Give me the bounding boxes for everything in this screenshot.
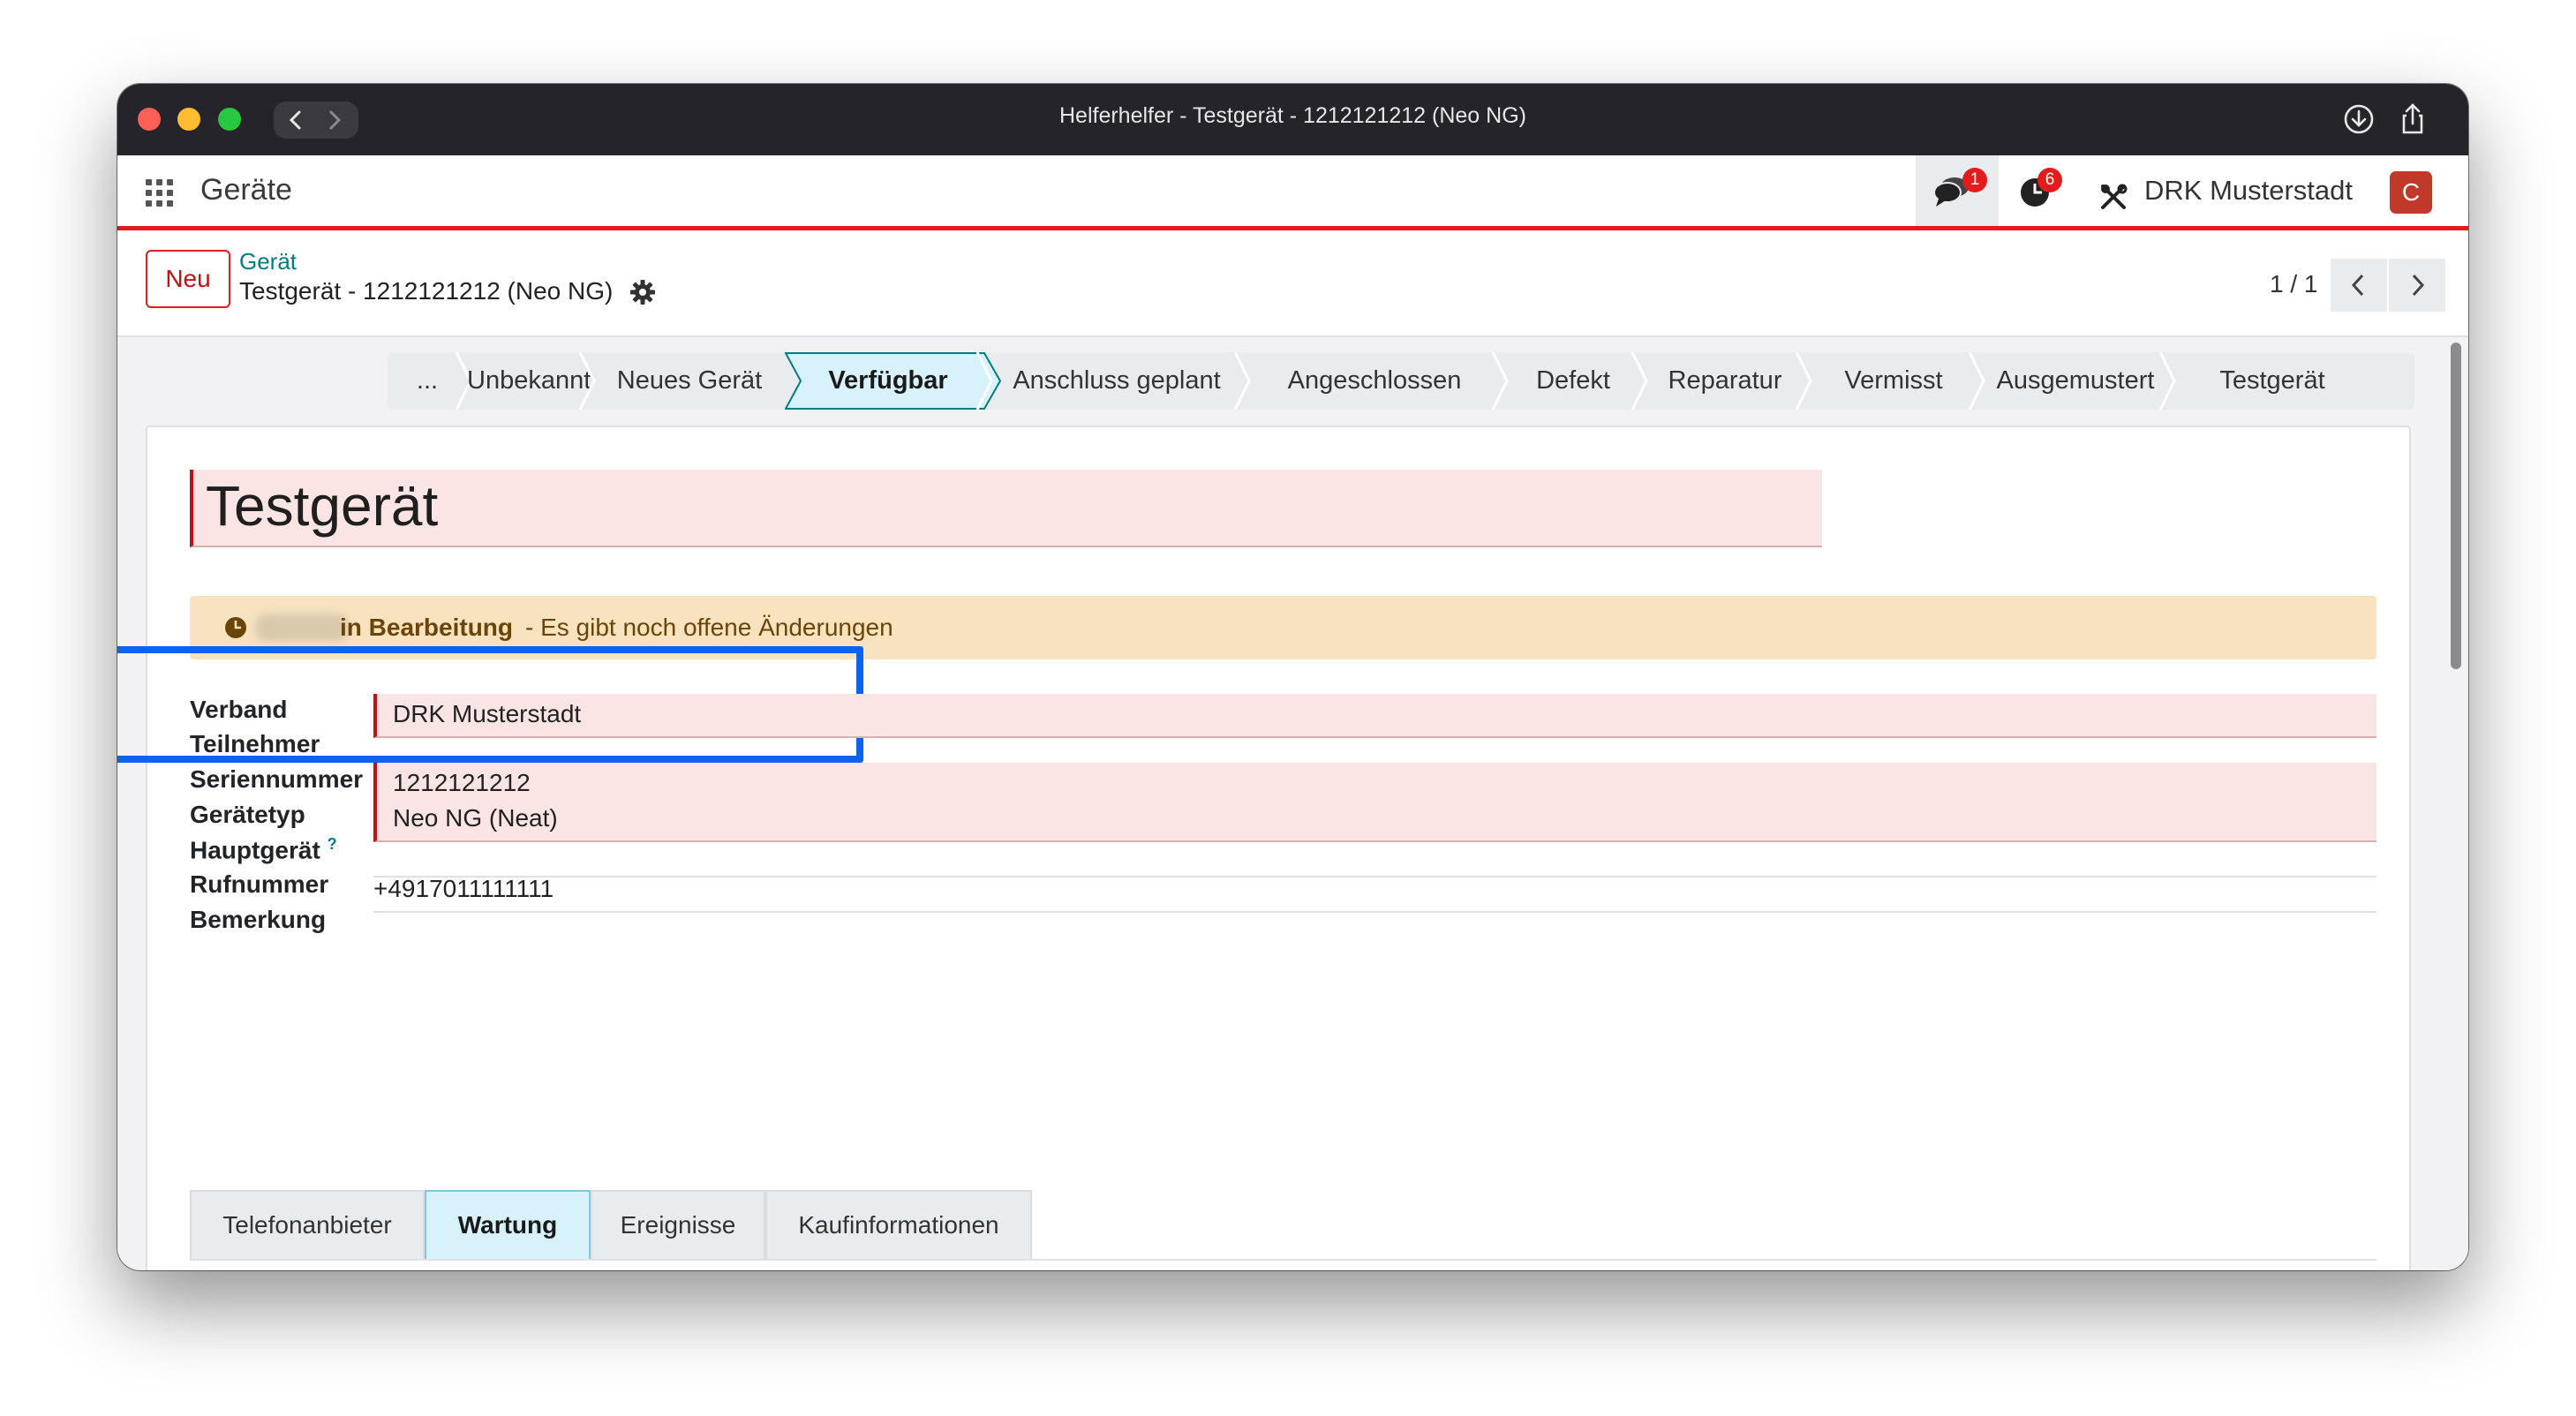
chevron-right-icon <box>2412 274 2425 297</box>
pager-previous-button[interactable] <box>2331 259 2387 312</box>
user-avatar[interactable]: C <box>2390 171 2432 214</box>
apps-grid-icon[interactable] <box>146 179 174 207</box>
stage-vermisst[interactable]: Vermisst <box>1807 352 1980 410</box>
share-icon[interactable] <box>2393 100 2432 139</box>
pager-next-button[interactable] <box>2389 259 2445 312</box>
label-hauptgeraet: Hauptgerät ? <box>190 835 337 864</box>
geraetetyp-value: Neo NG (Neat) <box>393 804 558 832</box>
help-tooltip-icon[interactable]: ? <box>328 835 337 853</box>
bemerkung-field[interactable] <box>373 904 2376 975</box>
seriennummer-value: 1212121212 <box>393 769 531 796</box>
window-title: Helferhelfer - Testgerät - 1212121212 (N… <box>1059 103 1526 128</box>
chevron-left-icon <box>2351 274 2364 297</box>
breadcrumb-current: Testgerät - 1212121212 (Neo NG) <box>239 277 614 305</box>
stage-reparatur[interactable]: Reparatur <box>1643 352 1807 410</box>
label-verband: Verband <box>190 696 288 723</box>
control-panel: Neu Gerät Testgerät - 1212121212 (Neo NG… <box>117 230 2468 337</box>
pager-value[interactable]: 1 / 1 <box>2270 270 2317 298</box>
app-navbar: Geräte 1 6 DRK Musterstadt C <box>117 155 2468 230</box>
alert-message: - Es gibt noch offene Änderungen <box>525 614 893 641</box>
download-icon[interactable] <box>2339 100 2378 139</box>
messages-badge: 1 <box>1962 168 1987 192</box>
form-sheet: Testgerät in Bearbeitung - Es gibt noch … <box>117 426 2411 1270</box>
stage-verfügbar[interactable]: Verfügbar <box>788 352 988 410</box>
stage-ausgemustert[interactable]: Ausgemustert <box>1980 352 2171 410</box>
activities-badge: 6 <box>2037 168 2062 192</box>
rufnummer-value: +4917011111111 <box>373 875 554 902</box>
label-seriennummer: Seriennummer <box>190 765 364 793</box>
stage-unbekannt[interactable]: Unbekannt <box>467 352 591 410</box>
new-button[interactable]: Neu <box>146 250 230 308</box>
clock-icon <box>225 617 246 638</box>
tab-ereignisse[interactable]: Ereignisse <box>591 1190 765 1261</box>
verband-value: DRK Musterstadt <box>393 700 582 727</box>
browser-window: Helferhelfer - Testgerät - 1212121212 (N… <box>117 84 2468 1270</box>
device-name-value: Testgerät <box>206 474 439 538</box>
messages-button[interactable]: 1 <box>1916 155 1999 226</box>
stage-neues-gerät[interactable]: Neues Gerät <box>591 352 788 410</box>
stage-testgerät[interactable]: Testgerät <box>2171 352 2374 410</box>
scrollbar-thumb[interactable] <box>2451 343 2461 669</box>
tools-icon[interactable] <box>2098 182 2128 212</box>
tab-kaufinformationen[interactable]: Kaufinformationen <box>765 1190 1032 1261</box>
activities-button[interactable]: 6 <box>2007 155 2077 226</box>
alert-status: in Bearbeitung <box>340 614 514 641</box>
window-titlebar: Helferhelfer - Testgerät - 1212121212 (N… <box>117 84 2468 155</box>
company-switcher[interactable]: DRK Musterstadt <box>2144 175 2353 207</box>
gear-icon[interactable] <box>629 279 656 305</box>
label-rufnummer: Rufnummer <box>190 870 329 898</box>
tab-wartung[interactable]: Wartung <box>425 1190 591 1261</box>
app-title[interactable]: Geräte <box>200 173 292 207</box>
stage-angeschlossen[interactable]: Angeschlossen <box>1246 352 1503 410</box>
hauptgeraet-label-text: Hauptgerät <box>190 836 320 864</box>
device-name-field[interactable]: Testgerät <box>190 470 1822 547</box>
status-bar: ... Unbekannt Neues Gerät Verfügbar Anschlus… <box>388 352 2414 410</box>
tab-divider <box>190 1259 2376 1261</box>
breadcrumb-parent[interactable]: Gerät <box>239 248 297 275</box>
label-geraetetyp: Gerätetyp <box>190 801 305 828</box>
tab-telefonanbieter[interactable]: Telefonanbieter <box>190 1190 425 1261</box>
form-view: ... Unbekannt Neues Gerät Verfügbar Anschlus… <box>117 337 2468 1270</box>
label-bemerkung: Bemerkung <box>190 906 327 933</box>
label-teilnehmer: Teilnehmer <box>190 730 320 757</box>
stage-anschluss-geplant[interactable]: Anschluss geplant <box>988 352 1246 410</box>
stage-defekt[interactable]: Defekt <box>1503 352 1643 410</box>
redacted-user <box>255 614 349 642</box>
